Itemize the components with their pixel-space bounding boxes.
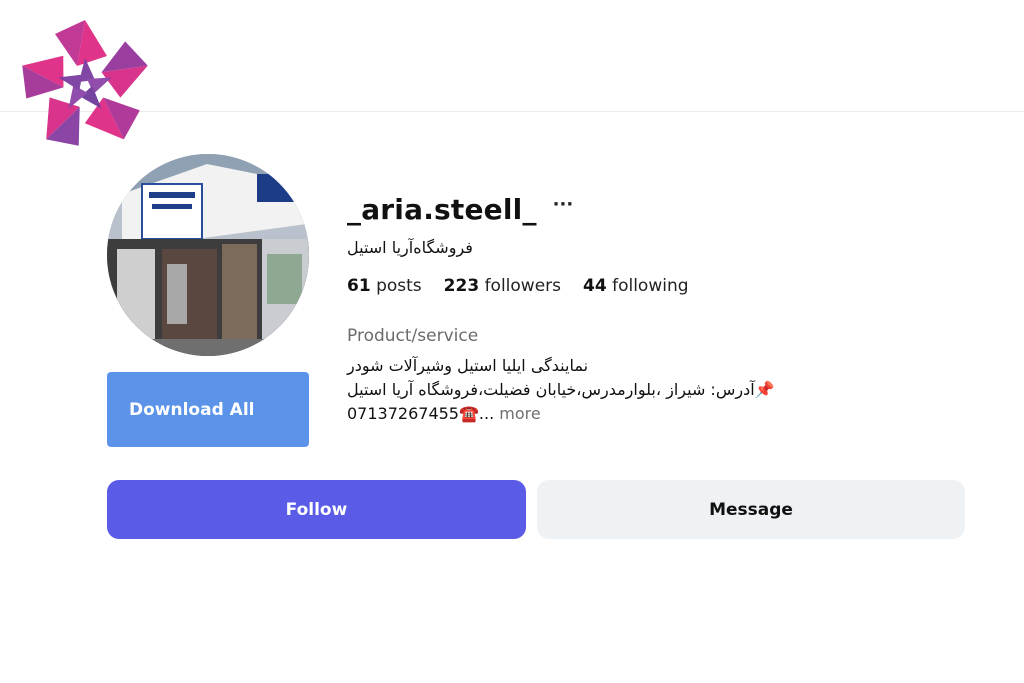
username: _aria.steell_ <box>347 192 537 226</box>
bio-phone: 07137267455☎️... <box>347 404 495 423</box>
message-button[interactable]: Message <box>537 480 965 539</box>
more-options-icon[interactable]: ··· <box>553 196 574 222</box>
profile-info: _aria.steell_ ··· فروشگاه‌آریا استیل 61 … <box>347 188 987 426</box>
full-name: فروشگاه‌آریا استیل <box>347 238 473 257</box>
followers-stat[interactable]: 223 followers <box>444 275 561 297</box>
download-all-button[interactable]: Download All <box>107 372 309 447</box>
bio-line-2: 📌آدرس: شیراز ،بلوارمدرس،خیابان فضیلت،فرو… <box>347 380 775 399</box>
following-stat[interactable]: 44 following <box>583 275 689 297</box>
posts-count: 61 <box>347 276 371 296</box>
posts-label: posts <box>376 276 422 296</box>
profile-category: Product/service <box>347 326 479 346</box>
follow-button[interactable]: Follow <box>107 480 526 539</box>
followers-count: 223 <box>443 276 480 296</box>
username-row: _aria.steell_ ··· <box>347 188 987 230</box>
profile-avatar[interactable] <box>107 154 309 356</box>
posts-stat[interactable]: 61 posts <box>347 275 422 297</box>
following-count: 44 <box>583 276 607 296</box>
followers-label: followers <box>484 276 562 296</box>
bio-more-link[interactable]: more <box>499 404 540 423</box>
bio-line-1: نمایندگی ایلیا استیل وشیرآلات شودر <box>347 356 589 375</box>
flower-logo-icon <box>12 16 158 156</box>
profile-bio: نمایندگی ایلیا استیل وشیرآلات شودر 📌آدرس… <box>347 354 987 426</box>
bio-line-3: 07137267455☎️... more <box>347 402 987 426</box>
following-label: following <box>612 276 689 296</box>
profile-stats: 61 posts 223 followers 44 following <box>347 275 987 297</box>
